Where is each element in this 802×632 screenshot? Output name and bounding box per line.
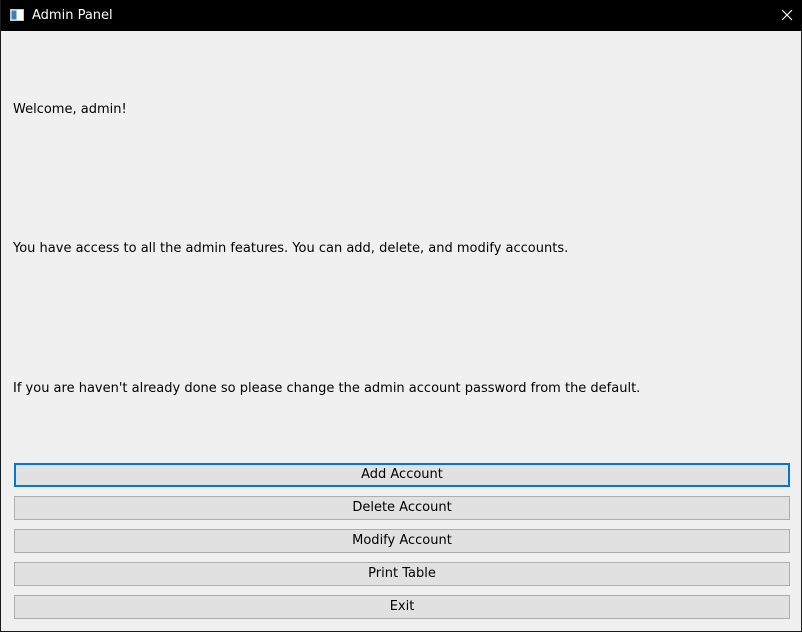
access-info-label: You have access to all the admin feature… <box>13 241 569 256</box>
window-title: Admin Panel <box>32 8 113 23</box>
close-button[interactable] <box>771 0 802 31</box>
exit-button[interactable]: Exit <box>14 595 790 619</box>
modify-account-button[interactable]: Modify Account <box>14 529 790 553</box>
print-table-button[interactable]: Print Table <box>14 562 790 586</box>
window-app-icon <box>10 9 24 21</box>
delete-account-button[interactable]: Delete Account <box>14 496 790 520</box>
admin-panel-window: Admin Panel Welcome, admin! You have acc… <box>0 0 802 632</box>
title-bar[interactable]: Admin Panel <box>1 0 802 31</box>
add-account-button[interactable]: Add Account <box>14 463 790 487</box>
password-notice-label: If you are haven't already done so pleas… <box>13 381 641 396</box>
close-icon <box>781 9 793 21</box>
welcome-label: Welcome, admin! <box>13 102 127 117</box>
